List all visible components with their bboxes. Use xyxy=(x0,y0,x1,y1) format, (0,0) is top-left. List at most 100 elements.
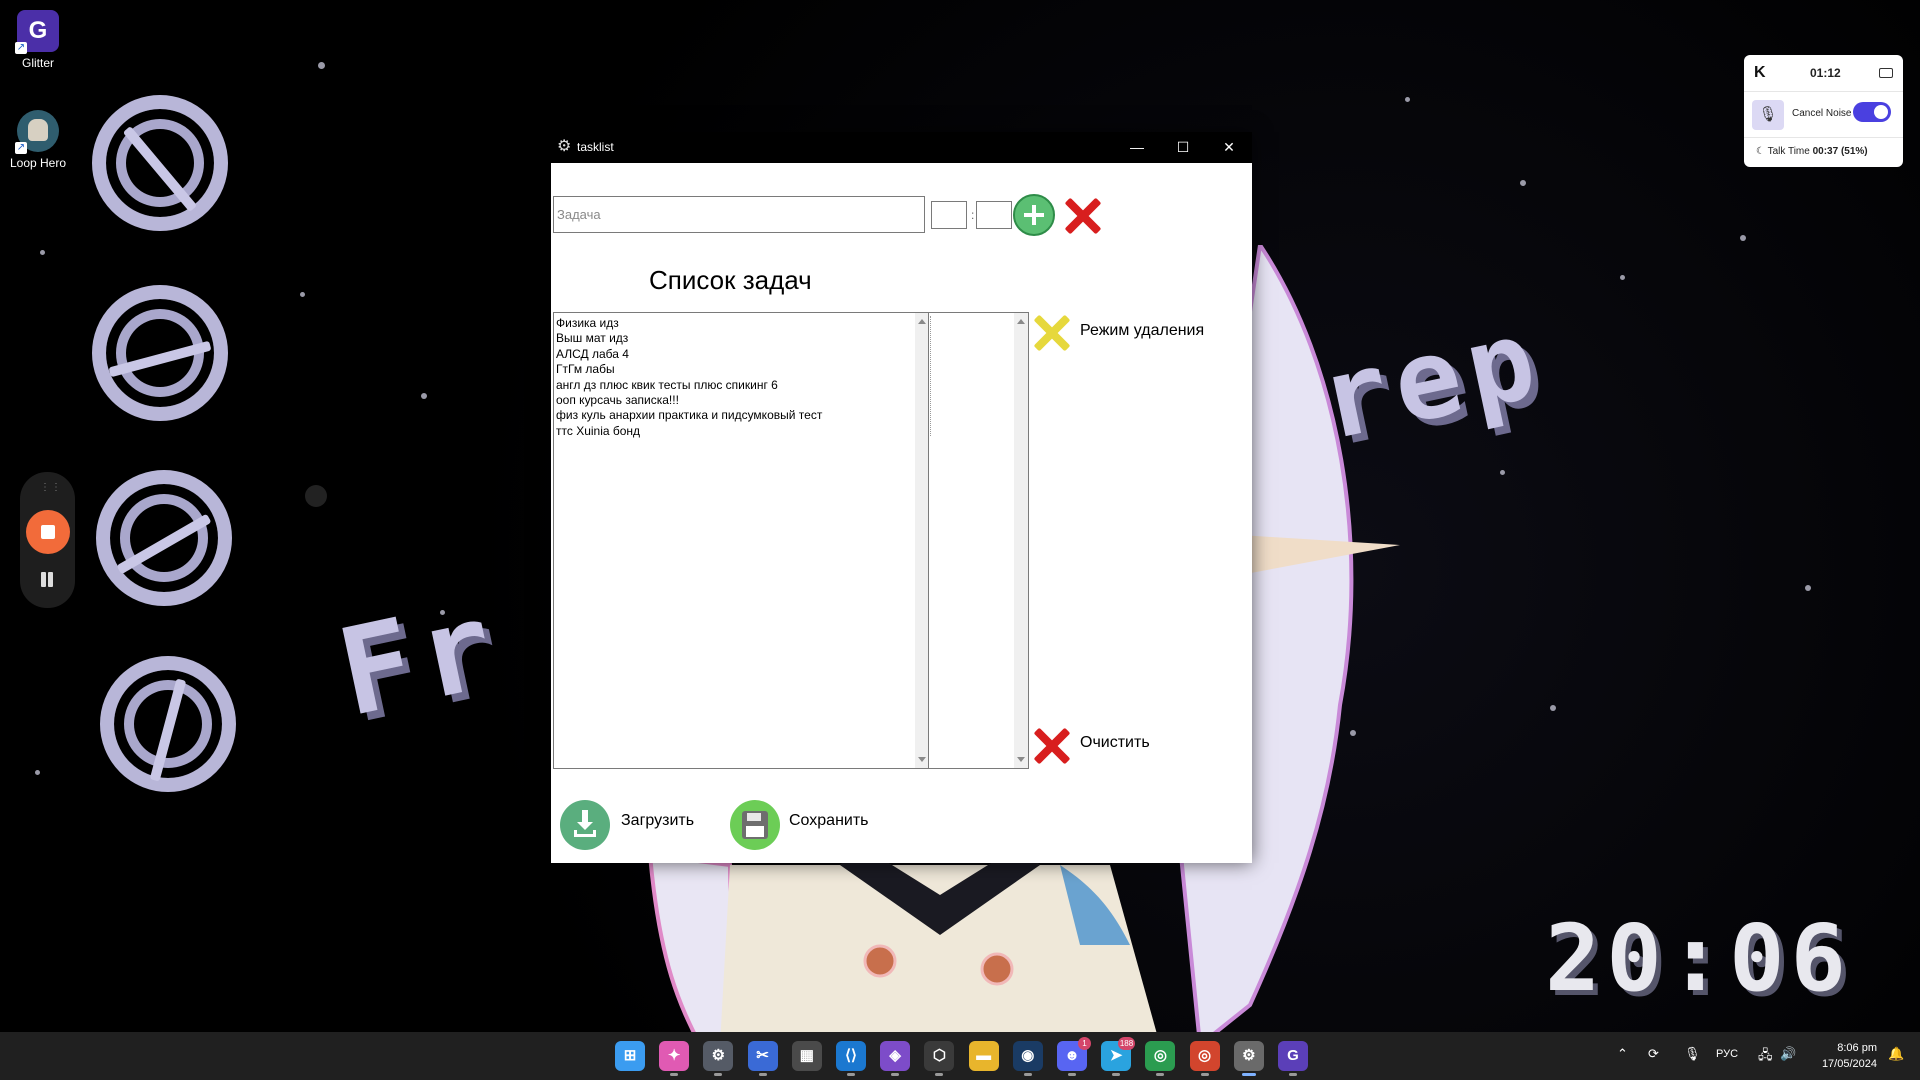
save-button[interactable] xyxy=(730,800,780,850)
taskbar-app-snipping[interactable]: ✂ xyxy=(747,1041,778,1076)
stop-recording-button[interactable] xyxy=(26,510,70,554)
running-indicator xyxy=(847,1073,855,1076)
taskbar-app-glitter[interactable]: G xyxy=(1278,1041,1308,1076)
drag-handle-icon[interactable]: ⋮⋮ xyxy=(40,482,62,493)
taskbar-app-discord[interactable]: ☻ 1 xyxy=(1057,1037,1091,1076)
vscode-icon: ⟨⟩ xyxy=(845,1047,857,1064)
talk-time-label: Talk Time xyxy=(1767,146,1810,157)
list-item[interactable]: Физика идз xyxy=(556,316,822,331)
list-item[interactable]: ттс Xuinia бонд xyxy=(556,424,822,439)
sync-icon[interactable]: ⟳ xyxy=(1648,1046,1659,1062)
desktop-icon-glitter[interactable]: G ↗ Glitter xyxy=(0,10,76,70)
load-button[interactable] xyxy=(560,800,610,850)
shortcut-arrow-icon: ↗ xyxy=(15,142,27,154)
cancel-noise-label: Cancel Noise xyxy=(1792,108,1852,119)
system-clock[interactable]: 8:06 pm 17/05/2024 xyxy=(1822,1040,1877,1072)
star xyxy=(305,485,327,507)
title-bar[interactable]: ⚙ tasklist — ☐ ✕ xyxy=(551,132,1252,163)
delete-task-button[interactable] xyxy=(1063,196,1103,236)
krisp-widget: K 01:12 🎙 Cancel Noise ☾ Talk Time 00:37… xyxy=(1744,55,1903,167)
chevron-up-icon[interactable]: ⌃ xyxy=(1617,1046,1628,1062)
floppy-disk-icon xyxy=(742,811,768,839)
taskbar-app-tasklist[interactable]: ⚙ xyxy=(1233,1041,1264,1076)
tasks-scrollbar[interactable] xyxy=(915,313,929,768)
running-indicator xyxy=(1200,1073,1209,1076)
desktop-icon-loop-hero[interactable]: ↗ Loop Hero xyxy=(0,110,76,170)
network-icon[interactable]: 🖧 xyxy=(1758,1046,1773,1068)
list-item[interactable]: физ куль анархии практика и пидсумковый … xyxy=(556,408,822,423)
screen-recorder-bar: ⋮⋮ xyxy=(20,472,75,608)
list-item[interactable]: Выш мат идз xyxy=(556,331,822,346)
taskbar-app-chrome-2[interactable]: ◎ xyxy=(1189,1041,1220,1076)
volume-icon[interactable]: 🔊 xyxy=(1780,1046,1796,1062)
running-indicator xyxy=(714,1073,723,1076)
tasklist-icon: ⚙ xyxy=(1242,1047,1256,1064)
notification-badge: 1 xyxy=(1078,1037,1091,1050)
taskbar-app-telegram[interactable]: ➤ 188 xyxy=(1101,1037,1136,1076)
running-indicator xyxy=(1023,1073,1032,1076)
notification-bell-icon[interactable]: 🔔 xyxy=(1888,1046,1904,1062)
minimize-button[interactable]: — xyxy=(1114,132,1160,163)
star xyxy=(40,250,45,255)
taskbar-app-start[interactable]: ⊞ xyxy=(615,1041,645,1071)
sword-ring-decoration xyxy=(100,656,236,792)
load-label[interactable]: Загрузить xyxy=(621,812,694,830)
scroll-up-icon[interactable] xyxy=(1017,319,1025,324)
chrome-icon: ◎ xyxy=(1153,1047,1167,1064)
list-item[interactable]: АЛСД лаба 4 xyxy=(556,347,822,362)
delete-mode-icon[interactable] xyxy=(1032,313,1072,353)
taskbar-app-vscode[interactable]: ⟨⟩ xyxy=(836,1041,866,1076)
cancel-noise-toggle[interactable] xyxy=(1853,102,1891,122)
tasks-listbox[interactable]: Физика идз Выш мат идз АЛСД лаба 4 ГтГм … xyxy=(553,312,930,769)
list-item[interactable]: ооп курсачь записка!!! xyxy=(556,393,822,408)
taskbar-app-unity[interactable]: ⬡ xyxy=(924,1041,955,1076)
download-icon xyxy=(577,810,593,830)
desktop-icon-label: Loop Hero xyxy=(9,156,67,170)
clear-label[interactable]: Очистить xyxy=(1080,734,1150,752)
minute-input[interactable] xyxy=(976,201,1012,229)
taskbar-app-file-explorer[interactable]: ▬ xyxy=(968,1041,999,1071)
times-listbox[interactable] xyxy=(928,312,1029,769)
scroll-down-icon[interactable] xyxy=(918,757,926,762)
language-indicator[interactable]: РУС xyxy=(1716,1048,1738,1060)
add-task-button[interactable] xyxy=(1013,194,1055,236)
maximize-button[interactable]: ☐ xyxy=(1160,132,1206,163)
microphone-tray-icon[interactable]: 🎙 xyxy=(1684,1046,1701,1062)
star xyxy=(300,292,305,297)
hour-input[interactable] xyxy=(931,201,967,229)
list-item[interactable]: англ дз плюс квик тесты плюс спикинг 6 xyxy=(556,378,822,393)
clock-time: 8:06 pm xyxy=(1837,1042,1877,1054)
scroll-up-icon[interactable] xyxy=(918,319,926,324)
gear-icon: ⚙ xyxy=(557,138,572,155)
star xyxy=(421,393,427,399)
taskbar-app-visual-studio[interactable]: ◈ xyxy=(880,1041,911,1076)
star xyxy=(1550,705,1556,711)
clear-icon[interactable] xyxy=(1032,726,1072,766)
taskbar-app-calculator[interactable]: ▦ xyxy=(791,1041,822,1071)
list-item[interactable]: ГтГм лабы xyxy=(556,362,822,377)
delete-mode-label[interactable]: Режим удаления xyxy=(1080,322,1204,340)
taskbar-app-steam[interactable]: ◉ xyxy=(1012,1041,1043,1076)
save-label[interactable]: Сохранить xyxy=(789,812,869,830)
calculator-icon: ▦ xyxy=(799,1047,814,1064)
sword-ring-decoration xyxy=(92,285,228,421)
close-button[interactable]: ✕ xyxy=(1206,132,1252,163)
chrome-2-icon: ◎ xyxy=(1198,1047,1212,1064)
taskbar-app-chrome[interactable]: ◎ xyxy=(1145,1041,1176,1076)
task-input[interactable] xyxy=(553,196,925,233)
running-indicator xyxy=(1156,1073,1165,1076)
desktop-background: Fr rep 20:06 G ↗ Glitter ↗ Loop Hero ⋮⋮ … xyxy=(0,0,1920,1032)
pause-recording-button[interactable] xyxy=(39,572,55,588)
start-icon: ⊞ xyxy=(623,1047,637,1064)
taskbar-app-settings-like[interactable]: ⚙ xyxy=(703,1041,734,1076)
star xyxy=(1805,585,1811,591)
clock-date: 17/05/2024 xyxy=(1821,1058,1877,1070)
glitter-icon: G xyxy=(1287,1047,1299,1064)
scroll-down-icon[interactable] xyxy=(1017,757,1025,762)
camera-icon[interactable] xyxy=(1879,68,1893,78)
snipping-icon: ✂ xyxy=(756,1047,769,1064)
times-scrollbar[interactable] xyxy=(1014,313,1028,768)
desktop-icon-label: Glitter xyxy=(21,56,54,70)
microphone-icon[interactable]: 🎙 xyxy=(1752,100,1784,130)
taskbar-app-copilot[interactable]: ✦ xyxy=(659,1041,690,1076)
